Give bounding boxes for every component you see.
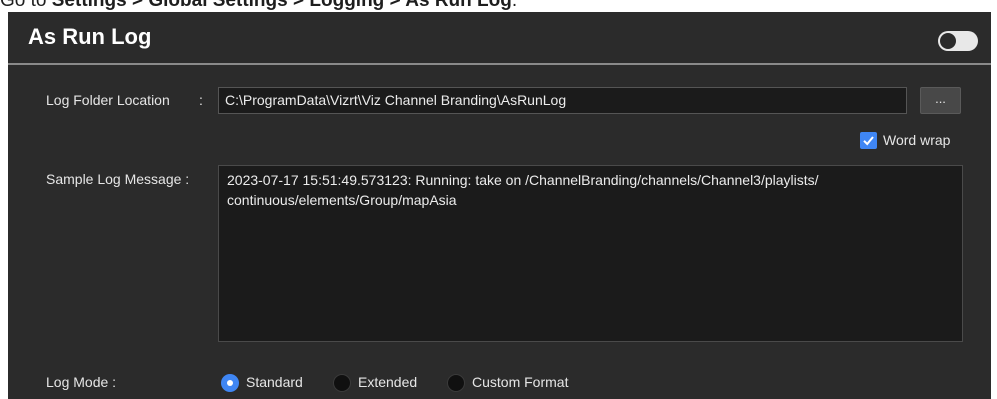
sample-log-textarea[interactable]: 2023-07-17 15:51:49.573123: Running: tak… (218, 165, 963, 342)
word-wrap-label: Word wrap (883, 132, 951, 148)
sample-log-line-1: 2023-07-17 15:51:49.573123: Running: tak… (227, 172, 819, 188)
sample-log-label: Sample Log Message : (46, 171, 190, 187)
radio-selected-icon (221, 374, 239, 392)
radio-unselected-icon (333, 374, 351, 392)
panel-title: As Run Log (28, 24, 152, 49)
toggle-knob (940, 33, 956, 49)
log-folder-separator: : (199, 92, 203, 108)
instruction-step-as-run-log: As Run Log (405, 0, 512, 11)
log-folder-label: Log Folder Location (46, 92, 170, 108)
instruction-separator: > (384, 0, 406, 11)
browse-button[interactable]: ... (920, 87, 961, 114)
instruction-step-logging: Logging (309, 0, 385, 11)
instruction-separator: > (287, 0, 310, 11)
header-divider (8, 63, 991, 65)
instruction-text: Go to Settings > Global Settings > Loggi… (0, 0, 517, 12)
panel-header: As Run Log (8, 12, 991, 61)
log-folder-input[interactable]: C:\ProgramData\Vizrt\Viz Channel Brandin… (218, 87, 907, 114)
log-mode-extended-label: Extended (358, 374, 418, 390)
instruction-step-settings: Settings (51, 0, 127, 11)
as-run-log-panel: As Run Log Log Folder Location : C:\Prog… (8, 12, 991, 399)
instruction-suffix: . (511, 0, 518, 11)
instruction-separator: > (126, 0, 149, 11)
log-mode-custom-format-label: Custom Format (472, 374, 569, 390)
enable-toggle[interactable] (938, 31, 978, 51)
radio-unselected-icon (447, 374, 465, 392)
log-mode-label: Log Mode : (46, 374, 117, 390)
instruction-prefix: Go to (0, 0, 52, 11)
log-mode-standard-label: Standard (246, 374, 303, 390)
checkbox-checked-icon (860, 132, 877, 149)
instruction-step-global-settings: Global Settings (148, 0, 288, 11)
sample-log-line-2: continuous/elements/Group/mapAsia (227, 192, 457, 208)
